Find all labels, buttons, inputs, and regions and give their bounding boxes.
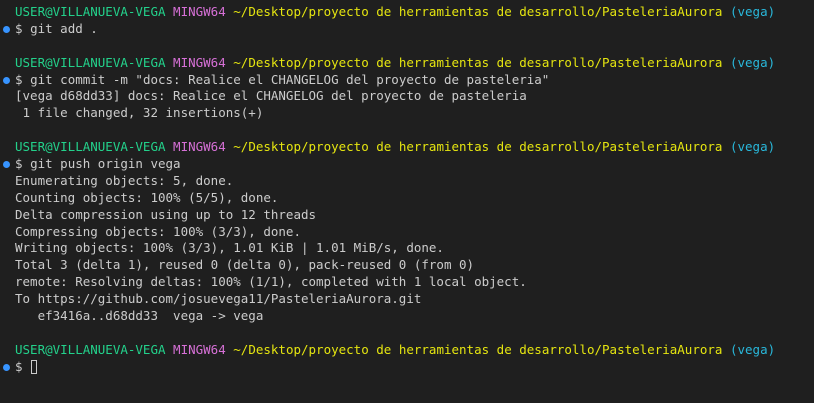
command-decoration-icon[interactable]	[3, 76, 10, 84]
prompt-user-host: USER@VILLANUEVA-VEGA	[15, 4, 166, 19]
prompt-symbol: $	[15, 71, 23, 87]
prompt-system: MINGW64	[173, 4, 226, 19]
prompt-system: MINGW64	[173, 341, 226, 357]
prompt-line: USER@VILLANUEVA-VEGA MINGW64 ~/Desktop/p…	[0, 139, 814, 156]
command-text: git commit -m "docs: Realice el CHANGELO…	[30, 71, 550, 87]
output-line: Counting objects: 100% (5/5), done.	[15, 189, 279, 205]
prompt-symbol: $	[15, 20, 23, 36]
command-line: $ git push origin vega	[0, 156, 814, 173]
prompt-user-host: USER@VILLANUEVA-VEGA	[15, 341, 166, 357]
prompt-user-host: USER@VILLANUEVA-VEGA	[15, 54, 166, 70]
prompt-branch: (vega)	[729, 4, 776, 19]
prompt-line: USER@VILLANUEVA-VEGA MINGW64 ~/Desktop/p…	[0, 4, 814, 21]
prompt-branch: (vega)	[729, 341, 776, 357]
command-decoration-icon[interactable]	[3, 25, 10, 33]
command-decoration-icon[interactable]	[3, 363, 10, 371]
output-line: To https://github.com/josuevega11/Pastel…	[15, 291, 422, 307]
prompt-user-host: USER@VILLANUEVA-VEGA	[15, 139, 166, 155]
output-line: Total 3 (delta 1), reused 0 (delta 0), p…	[15, 257, 475, 273]
output-line: 1 file changed, 32 insertions(+)	[15, 105, 264, 121]
command-line: $	[0, 359, 814, 376]
output-line: ef3416a..d68dd33 vega -> vega	[15, 308, 264, 324]
output-line: [vega d68dd33] docs: Realice el CHANGELO…	[15, 88, 527, 104]
terminal-window[interactable]: USER@VILLANUEVA-VEGA MINGW64 ~/Desktop/p…	[0, 0, 814, 403]
command-decoration-icon[interactable]	[3, 161, 10, 169]
prompt-path: ~/Desktop/proyecto de herramientas de de…	[233, 54, 723, 70]
prompt-system: MINGW64	[173, 139, 226, 155]
prompt-line: USER@VILLANUEVA-VEGA MINGW64 ~/Desktop/p…	[0, 55, 814, 72]
prompt-symbol: $	[15, 156, 23, 172]
prompt-branch: (vega)	[729, 54, 776, 70]
output-line: Compressing objects: 100% (3/3), done.	[15, 223, 301, 239]
prompt-path: ~/Desktop/proyecto de herramientas de de…	[233, 139, 723, 155]
prompt-line: USER@VILLANUEVA-VEGA MINGW64 ~/Desktop/p…	[0, 342, 814, 359]
prompt-path: ~/Desktop/proyecto de herramientas de de…	[233, 341, 723, 357]
prompt-path: ~/Desktop/proyecto de herramientas de de…	[233, 4, 723, 19]
command-line: $ git add .	[0, 21, 814, 38]
output-line: Writing objects: 100% (3/3), 1.01 KiB | …	[15, 240, 444, 256]
cursor	[31, 359, 38, 374]
command-line: $ git commit -m "docs: Realice el CHANGE…	[0, 72, 814, 89]
prompt-system: MINGW64	[173, 54, 226, 70]
output-line: remote: Resolving deltas: 100% (1/1), co…	[15, 274, 527, 290]
command-text: git push origin vega	[30, 156, 181, 172]
command-text: git add .	[30, 20, 98, 36]
prompt-symbol: $	[15, 358, 23, 374]
prompt-branch: (vega)	[729, 139, 776, 155]
output-line: Delta compression using up to 12 threads	[15, 206, 317, 222]
output-line: Enumerating objects: 5, done.	[15, 172, 234, 188]
